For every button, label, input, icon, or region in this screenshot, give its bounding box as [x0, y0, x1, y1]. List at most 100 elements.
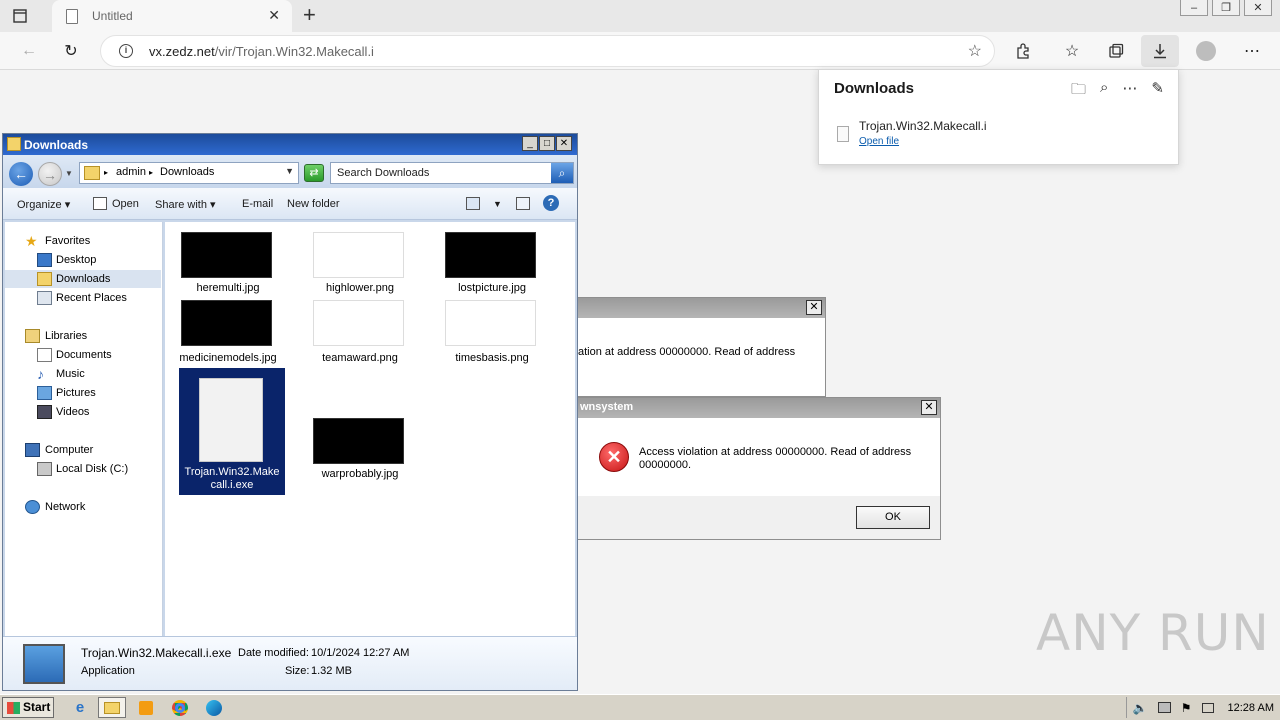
- search-icon[interactable]: ⌕: [551, 163, 573, 183]
- tab-title: Untitled: [92, 9, 133, 23]
- media-player-icon[interactable]: [132, 697, 160, 718]
- profile-avatar[interactable]: [1196, 41, 1216, 61]
- open-button[interactable]: Open: [112, 198, 139, 210]
- close-icon[interactable]: ✕: [806, 300, 822, 315]
- share-with-button[interactable]: Share with ▾: [155, 198, 216, 211]
- nav-pictures[interactable]: Pictures: [5, 384, 161, 402]
- add-favorite-icon[interactable]: ☆: [968, 41, 982, 61]
- edge-icon[interactable]: [200, 697, 228, 718]
- close-icon[interactable]: ✕: [921, 400, 937, 415]
- nav-local-disk[interactable]: Local Disk (C:): [5, 460, 161, 478]
- help-icon[interactable]: ?: [543, 195, 559, 211]
- nav-label: Local Disk (C:): [56, 463, 129, 475]
- search-icon[interactable]: ⌕: [1100, 79, 1108, 104]
- nav-downloads[interactable]: Downloads: [5, 270, 161, 288]
- file-item[interactable]: timesbasis.png: [439, 298, 545, 364]
- file-item[interactable]: highlower.png: [307, 228, 413, 294]
- maximize-icon[interactable]: □: [539, 136, 555, 151]
- error-message: ation at address 00000000. Read of addre…: [578, 346, 796, 358]
- details-date-label: Date modified:: [238, 647, 309, 659]
- nav-favorites[interactable]: ★ Favorites: [5, 232, 161, 250]
- file-item[interactable]: heremulti.jpg: [175, 228, 281, 294]
- forward-icon[interactable]: →: [38, 162, 62, 186]
- disk-icon: [37, 462, 52, 476]
- nav-network[interactable]: Network: [5, 498, 161, 516]
- open-file-link[interactable]: Open file: [859, 136, 899, 147]
- url-text[interactable]: vx.zedz.net/vir/Trojan.Win32.Makecall.i: [149, 44, 374, 59]
- close-icon[interactable]: ✕: [1244, 0, 1272, 16]
- file-name: lostpicture.jpg: [458, 282, 526, 294]
- nav-videos[interactable]: Videos: [5, 403, 161, 421]
- ie-icon[interactable]: e: [66, 697, 94, 718]
- chrome-icon[interactable]: [166, 697, 194, 718]
- anyrun-watermark: ANY RUN: [1036, 604, 1270, 662]
- action-center-icon[interactable]: [1201, 702, 1214, 713]
- nav-label: Documents: [56, 349, 112, 361]
- back-icon[interactable]: ←: [9, 162, 33, 186]
- back-icon[interactable]: ←: [18, 40, 40, 62]
- error-icon: ✕: [599, 442, 629, 472]
- chevron-icon[interactable]: ▸: [149, 168, 153, 177]
- start-button[interactable]: Start: [2, 697, 54, 718]
- tab-close-icon[interactable]: ✕: [268, 8, 280, 22]
- nav-computer[interactable]: Computer: [5, 441, 161, 459]
- file-item[interactable]: warprobably.jpg: [307, 414, 413, 480]
- file-item-selected[interactable]: Trojan.Win32.Make call.i.exe: [179, 368, 285, 495]
- open-app-icon: [93, 197, 107, 210]
- tab-actions-icon[interactable]: [10, 6, 30, 26]
- nav-label: Recent Places: [56, 292, 127, 304]
- view-options-icon[interactable]: [466, 197, 480, 210]
- breadcrumb-admin[interactable]: admin: [116, 166, 146, 178]
- file-item[interactable]: teamaward.png: [307, 298, 413, 364]
- clock[interactable]: 12:28 AM: [1228, 702, 1274, 714]
- email-button[interactable]: E-mail: [242, 198, 273, 210]
- nav-desktop[interactable]: Desktop: [5, 251, 161, 269]
- info-icon[interactable]: i: [119, 44, 133, 58]
- download-file-name[interactable]: Trojan.Win32.Makecall.i: [859, 119, 987, 133]
- organize-label: Organize: [17, 199, 62, 211]
- libraries-icon: [25, 329, 40, 343]
- organize-button[interactable]: Organize ▾: [17, 198, 70, 211]
- favorites-icon[interactable]: ☆: [1061, 40, 1083, 62]
- downloads-icon[interactable]: [1141, 35, 1179, 67]
- new-tab-icon[interactable]: +: [303, 4, 316, 26]
- address-path[interactable]: ▸ admin ▸ Downloads ▼: [79, 162, 299, 184]
- ok-button[interactable]: OK: [856, 506, 930, 529]
- preview-pane-icon[interactable]: [516, 197, 530, 210]
- pin-icon[interactable]: ✎: [1151, 79, 1164, 104]
- videos-icon: [37, 405, 52, 419]
- refresh-icon[interactable]: ↻: [60, 40, 82, 62]
- nav-libraries[interactable]: Libraries: [5, 327, 161, 345]
- breadcrumb-downloads[interactable]: Downloads: [160, 166, 214, 178]
- explorer-taskbar-icon[interactable]: [98, 697, 126, 718]
- extensions-icon[interactable]: [1012, 40, 1034, 62]
- open-folder-icon[interactable]: 🗀: [1071, 79, 1086, 104]
- nav-music[interactable]: ♪ Music: [5, 365, 161, 383]
- nav-documents[interactable]: Documents: [5, 346, 161, 364]
- new-folder-button[interactable]: New folder: [287, 198, 340, 210]
- network-tray-icon[interactable]: [1157, 702, 1171, 713]
- history-dropdown-icon[interactable]: ▼: [65, 169, 73, 178]
- refresh-icon[interactable]: ⇄: [304, 164, 324, 182]
- address-bar[interactable]: i vx.zedz.net/vir/Trojan.Win32.Makecall.…: [100, 35, 995, 67]
- minimize-icon[interactable]: _: [522, 136, 538, 151]
- view-dropdown-icon[interactable]: ▼: [493, 199, 502, 209]
- search-input[interactable]: Search Downloads ⌕: [330, 162, 574, 184]
- nav-recent-places[interactable]: Recent Places: [5, 289, 161, 307]
- file-item[interactable]: lostpicture.jpg: [439, 228, 545, 294]
- more-menu-icon[interactable]: ⋯: [1241, 40, 1263, 62]
- file-item[interactable]: medicinemodels.jpg: [175, 298, 281, 364]
- tab-untitled[interactable]: Untitled ✕: [52, 0, 292, 32]
- nav-label: Videos: [56, 406, 90, 418]
- close-icon[interactable]: ✕: [556, 136, 572, 151]
- more-options-icon[interactable]: ⋯: [1122, 79, 1137, 104]
- downloads-folder-icon: [37, 272, 52, 286]
- chevron-icon[interactable]: ▸: [104, 168, 108, 177]
- minimize-icon[interactable]: –: [1180, 0, 1208, 16]
- file-name: Trojan.Win32.Make call.i.exe: [184, 466, 280, 491]
- restore-icon[interactable]: ❐: [1212, 0, 1240, 16]
- volume-icon[interactable]: 🔈: [1133, 701, 1148, 715]
- flag-icon[interactable]: ⚑: [1181, 701, 1192, 715]
- collections-icon[interactable]: [1105, 40, 1127, 62]
- path-dropdown-icon[interactable]: ▼: [285, 166, 294, 176]
